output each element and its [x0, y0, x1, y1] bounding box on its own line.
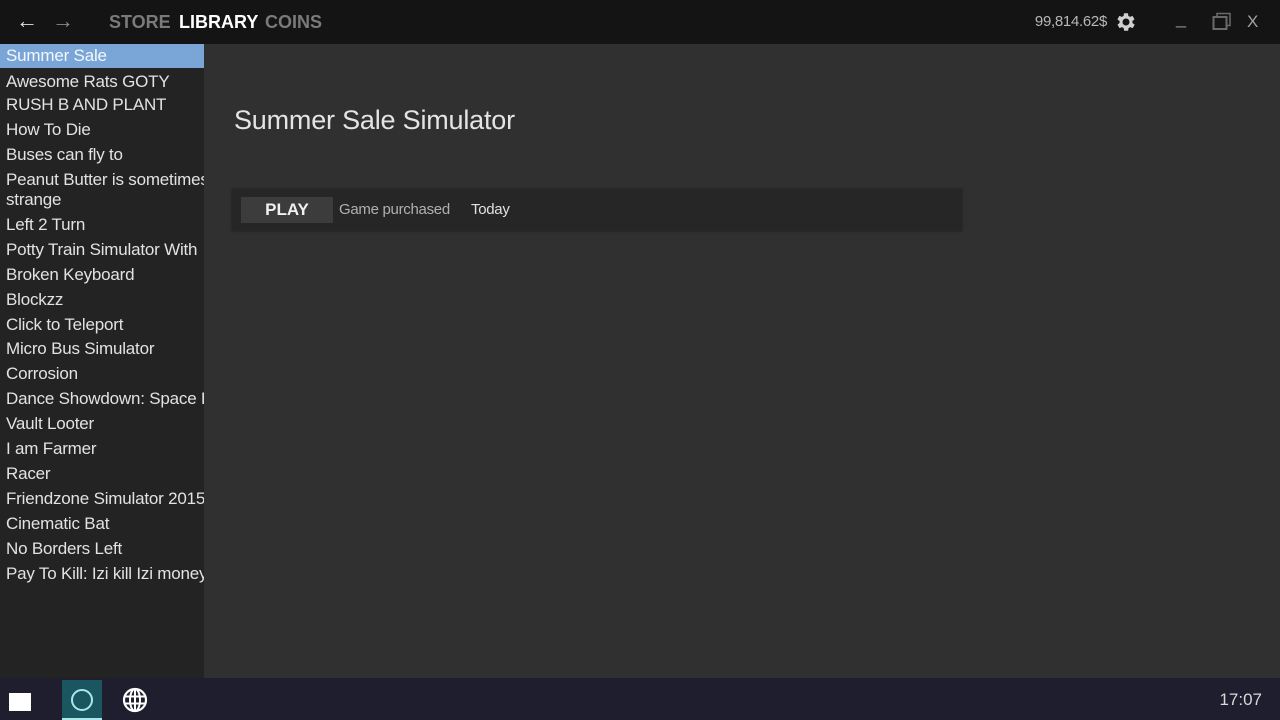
start-square-icon[interactable] [9, 693, 31, 711]
list-item[interactable]: How To Die [0, 120, 204, 140]
game-library-list: Summer Sale Awesome Rats GOTY RUSH B AND… [0, 44, 204, 678]
gear-icon[interactable] [1114, 10, 1138, 34]
circle-app-icon [71, 689, 93, 711]
back-arrow-icon[interactable]: ← [16, 8, 38, 34]
minimize-button[interactable]: _ [1176, 8, 1194, 32]
list-item[interactable]: Buses can fly to [0, 145, 204, 165]
purchase-date: Today [471, 201, 510, 218]
list-item[interactable]: Left 2 Turn [0, 215, 204, 235]
maximize-icon[interactable] [1212, 12, 1232, 32]
globe-icon[interactable] [122, 687, 148, 713]
list-item[interactable]: Corrosion [0, 364, 204, 384]
tab-coins[interactable]: COINS [265, 11, 322, 33]
taskbar-clock: 17:07 [1219, 690, 1262, 709]
play-panel: PLAY Game purchased Today [232, 189, 962, 231]
list-item[interactable]: Friendzone Simulator 2015 [0, 489, 204, 509]
close-button[interactable]: X [1247, 12, 1258, 32]
list-item[interactable]: Peanut Butter is sometimes strange [0, 170, 204, 210]
play-button[interactable]: PLAY [241, 197, 333, 223]
purchase-status-label: Game purchased [339, 201, 450, 218]
list-item[interactable]: Racer [0, 464, 204, 484]
list-item[interactable]: I am Farmer [0, 439, 204, 459]
list-item[interactable]: Pay To Kill: Izi kill Izi money [0, 564, 204, 584]
taskbar: 17:07 [0, 678, 1280, 720]
list-item[interactable]: Awesome Rats GOTY [0, 72, 204, 92]
list-item[interactable]: No Borders Left [0, 539, 204, 559]
tab-store[interactable]: STORE [109, 11, 171, 33]
list-item-selected[interactable]: Summer Sale [0, 44, 204, 68]
game-title: Summer Sale Simulator [234, 105, 515, 135]
list-item[interactable]: Blockzz [0, 290, 204, 310]
wallet-balance: 99,814.62$ [1034, 13, 1107, 30]
game-detail-pane: Summer Sale Simulator PLAY Game purchase… [204, 44, 1280, 678]
taskbar-app-active[interactable] [62, 680, 102, 720]
list-item[interactable]: Broken Keyboard [0, 265, 204, 285]
top-bar: ← → STORE LIBRARY COINS 99,814.62$ _ X [0, 0, 1280, 44]
list-item[interactable]: Click to Teleport [0, 315, 204, 335]
list-item[interactable]: Micro Bus Simulator [0, 339, 204, 359]
list-item[interactable]: RUSH B AND PLANT [0, 95, 204, 115]
list-item[interactable]: Vault Looter [0, 414, 204, 434]
tab-library[interactable]: LIBRARY [179, 11, 258, 33]
list-item[interactable]: Dance Showdown: Space Edition [0, 389, 204, 409]
list-item[interactable]: Potty Train Simulator With [0, 240, 204, 260]
forward-arrow-icon[interactable]: → [52, 8, 74, 34]
list-item[interactable]: Cinematic Bat [0, 514, 204, 534]
